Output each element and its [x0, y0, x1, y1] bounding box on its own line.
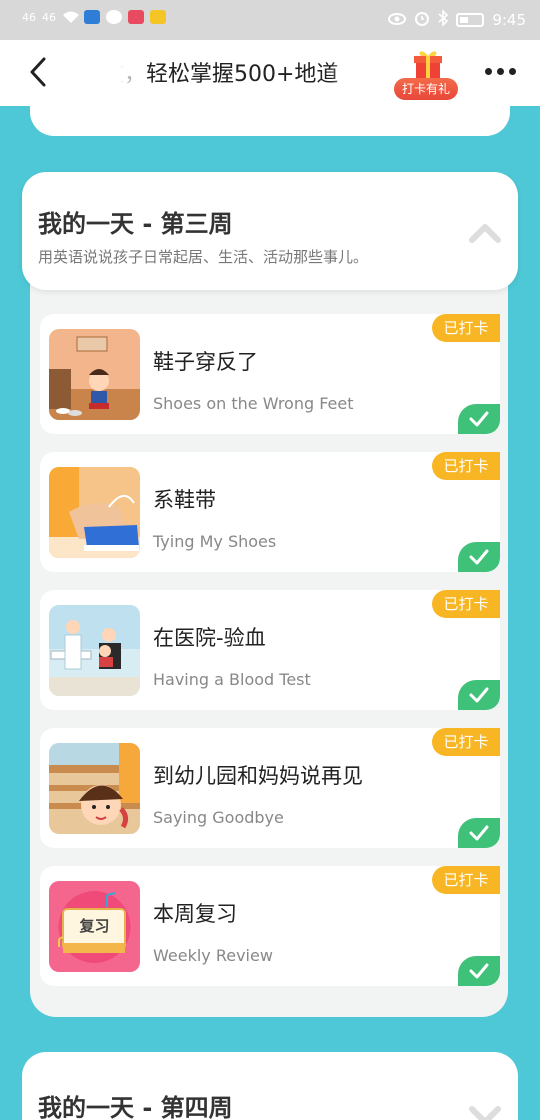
- page-title: 文，轻松掌握500+地道: [120, 62, 339, 87]
- check-icon: [458, 956, 500, 986]
- wifi-icon: [62, 10, 79, 24]
- week4-title: 我的一天 - 第四周: [38, 1094, 233, 1120]
- lesson-item-tying-shoes[interactable]: 系鞋带 Tying My Shoes 已打卡: [40, 452, 500, 572]
- more-dot: [496, 67, 504, 75]
- checked-in-badge: 已打卡: [432, 728, 500, 756]
- more-dot: [508, 67, 516, 75]
- more-dot: [484, 67, 492, 75]
- week3-description: 用英语说说孩子日常起居、生活、活动那些事儿。: [38, 248, 369, 266]
- status-right: 9:45: [388, 9, 526, 30]
- lesson-title-en: Having a Blood Test: [153, 670, 311, 689]
- app-red-icon: [128, 10, 144, 24]
- mail-icon: [150, 10, 166, 24]
- checked-in-badge: 已打卡: [432, 866, 500, 894]
- battery-icon: [456, 13, 485, 27]
- status-bar: 46 46 9:45: [0, 0, 540, 40]
- week3-header[interactable]: 我的一天 - 第三周 用英语说说孩子日常起居、生活、活动那些事儿。: [22, 172, 518, 290]
- checkin-gift-button[interactable]: 打卡有礼: [392, 48, 460, 104]
- checked-in-badge: 已打卡: [432, 590, 500, 618]
- lesson-title-cn: 系鞋带: [153, 488, 216, 512]
- check-icon: [458, 404, 500, 434]
- previous-week-card: [30, 100, 510, 136]
- gift-label: 打卡有礼: [394, 78, 458, 100]
- lesson-item-shoes-wrong-feet[interactable]: 鞋子穿反了 Shoes on the Wrong Feet 已打卡: [40, 314, 500, 434]
- lesson-thumbnail: [49, 743, 140, 834]
- check-icon: [458, 818, 500, 848]
- signal-icon-2: 46: [42, 10, 56, 24]
- back-button[interactable]: [20, 54, 56, 90]
- lesson-title-cn: 鞋子穿反了: [153, 350, 258, 374]
- title-fade-right: [330, 54, 360, 92]
- message-icon: [106, 10, 122, 24]
- lesson-item-weekly-review[interactable]: 复习 本周复习 Weekly Review 已打卡: [40, 866, 500, 986]
- lesson-item-blood-test[interactable]: 在医院-验血 Having a Blood Test 已打卡: [40, 590, 500, 710]
- lesson-thumbnail: [49, 329, 140, 420]
- eye-icon: [388, 11, 407, 29]
- lesson-title-en: Tying My Shoes: [153, 532, 277, 551]
- lesson-title-cn: 到幼儿园和妈妈说再见: [153, 764, 363, 788]
- lesson-title-en: Shoes on the Wrong Feet: [153, 394, 354, 413]
- week4-header[interactable]: 我的一天 - 第四周: [22, 1052, 518, 1120]
- status-time: 9:45: [492, 11, 526, 29]
- week3-title: 我的一天 - 第三周: [38, 210, 233, 238]
- check-icon: [458, 680, 500, 710]
- page-title-container: 文，轻松掌握500+地道: [120, 56, 360, 90]
- bluetooth-icon: [438, 9, 449, 30]
- lesson-item-saying-goodbye[interactable]: 到幼儿园和妈妈说再见 Saying Goodbye 已打卡: [40, 728, 500, 848]
- lesson-title-en: Saying Goodbye: [153, 808, 284, 827]
- lesson-thumbnail: [49, 605, 140, 696]
- app-shield-icon: [84, 10, 100, 24]
- checked-in-badge: 已打卡: [432, 452, 500, 480]
- more-button[interactable]: [480, 56, 520, 86]
- status-left: 46 46: [22, 10, 166, 24]
- title-fade-left: [120, 54, 150, 92]
- lesson-title-cn: 本周复习: [153, 902, 237, 926]
- back-arrow-icon: [30, 57, 46, 87]
- gift-box-icon: [414, 51, 442, 78]
- alarm-icon: [414, 10, 430, 30]
- chevron-down-icon: [469, 1106, 501, 1120]
- lesson-title-en: Weekly Review: [153, 946, 273, 965]
- lesson-thumbnail: [49, 467, 140, 558]
- signal-icon-1: 46: [22, 10, 36, 24]
- lesson-title-cn: 在医院-验血: [153, 626, 266, 650]
- expand-button[interactable]: [468, 1100, 502, 1120]
- review-thumb-label: 复习: [79, 917, 110, 935]
- lesson-thumbnail: 复习: [49, 881, 140, 972]
- checked-in-badge: 已打卡: [432, 314, 500, 342]
- collapse-button[interactable]: [468, 218, 502, 246]
- check-icon: [458, 542, 500, 572]
- chevron-up-icon: [469, 224, 501, 243]
